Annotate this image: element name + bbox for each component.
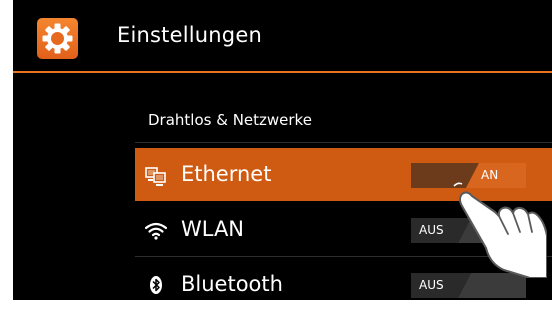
tapping-hand-icon	[452, 178, 548, 279]
section-heading: Drahtlos & Netzwerke	[148, 111, 312, 129]
ethernet-icon	[145, 164, 167, 186]
gear-icon[interactable]	[37, 18, 78, 59]
bluetooth-toggle-state: AUS	[419, 278, 444, 292]
page-title: Einstellungen	[117, 23, 262, 47]
row-label-wlan: WLAN	[181, 217, 245, 241]
header-divider	[13, 71, 552, 73]
row-label-ethernet: Ethernet	[181, 162, 272, 186]
bluetooth-icon	[145, 274, 167, 296]
header-bar: Einstellungen	[13, 0, 552, 70]
row-label-bluetooth: Bluetooth	[181, 272, 283, 296]
wifi-icon	[144, 219, 168, 241]
section-divider	[135, 142, 552, 143]
wlan-toggle-state: AUS	[419, 223, 444, 237]
